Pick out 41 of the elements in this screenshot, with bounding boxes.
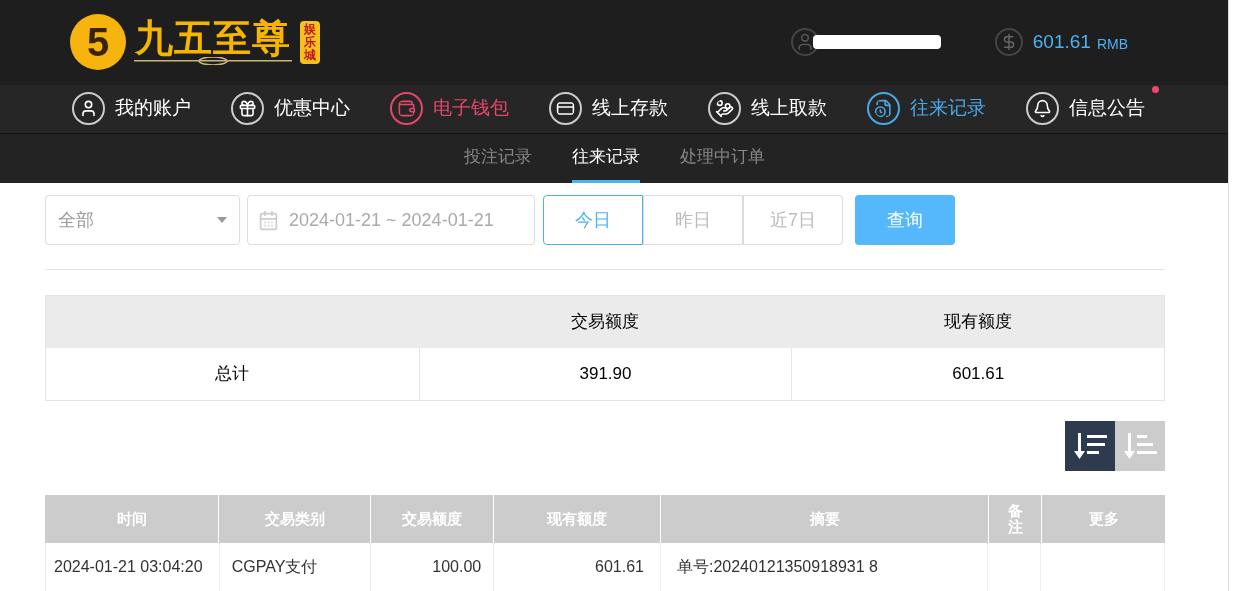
select-value: 全部	[58, 208, 94, 232]
card-icon	[549, 92, 582, 126]
sub-tab[interactable]: 处理中订单	[679, 133, 765, 183]
user-icon	[72, 92, 105, 126]
sub-tab[interactable]: 往来记录	[571, 133, 640, 183]
balance-currency: RMB	[1096, 34, 1128, 54]
table-cell: 单号:20240121350918931 8	[659, 543, 988, 591]
nav-item[interactable]: 往来记录	[867, 92, 986, 126]
logo-name: 九五至尊	[135, 19, 291, 58]
dollar-icon	[994, 28, 1023, 57]
date-range-field[interactable]: 2024-01-21 ~ 2024-01-21	[247, 195, 535, 245]
quick-range-button[interactable]: 今日	[543, 195, 643, 245]
nav-item[interactable]: 信息公告	[1026, 92, 1145, 126]
bell-icon	[1026, 92, 1059, 126]
nav-item[interactable]: 优惠中心	[231, 92, 350, 126]
table-cell-text: 2024-01-21 03:04:20	[53, 557, 204, 577]
sub-tab[interactable]: 投注记录	[463, 133, 532, 183]
summary-header: 交易额度	[570, 311, 640, 334]
summary-cell-text: 总计	[214, 363, 251, 386]
logo-tag: 娱乐城	[300, 20, 320, 65]
summary-cell: 391.90	[418, 348, 792, 400]
caret-icon	[217, 217, 227, 223]
type-select[interactable]: 全部	[45, 195, 240, 245]
nav-item[interactable]: 线上取款	[708, 92, 827, 126]
table-cell: 100.00	[370, 543, 494, 591]
table-cell: 601.61	[493, 543, 660, 591]
summary-header: 现有额度	[942, 311, 1013, 334]
logo-mark: 5	[70, 14, 126, 71]
date-range-value: 2024-01-21 ~ 2024-01-21	[289, 208, 494, 232]
summary-cell: 601.61	[791, 348, 1164, 400]
wallet-icon	[390, 92, 423, 126]
nav-item[interactable]: 电子钱包	[390, 92, 509, 126]
nav-item[interactable]: 线上存款	[549, 92, 668, 126]
file-clock-icon	[867, 92, 900, 126]
balance-amount: 601.61	[1032, 30, 1091, 55]
calendar-icon	[258, 209, 279, 231]
table-cell: CGPAY支付	[218, 543, 371, 591]
gift-icon	[231, 92, 264, 126]
sort-button[interactable]	[1065, 421, 1115, 471]
nav-item[interactable]: 我的账户	[72, 92, 191, 126]
hand-coin-icon	[708, 92, 741, 126]
